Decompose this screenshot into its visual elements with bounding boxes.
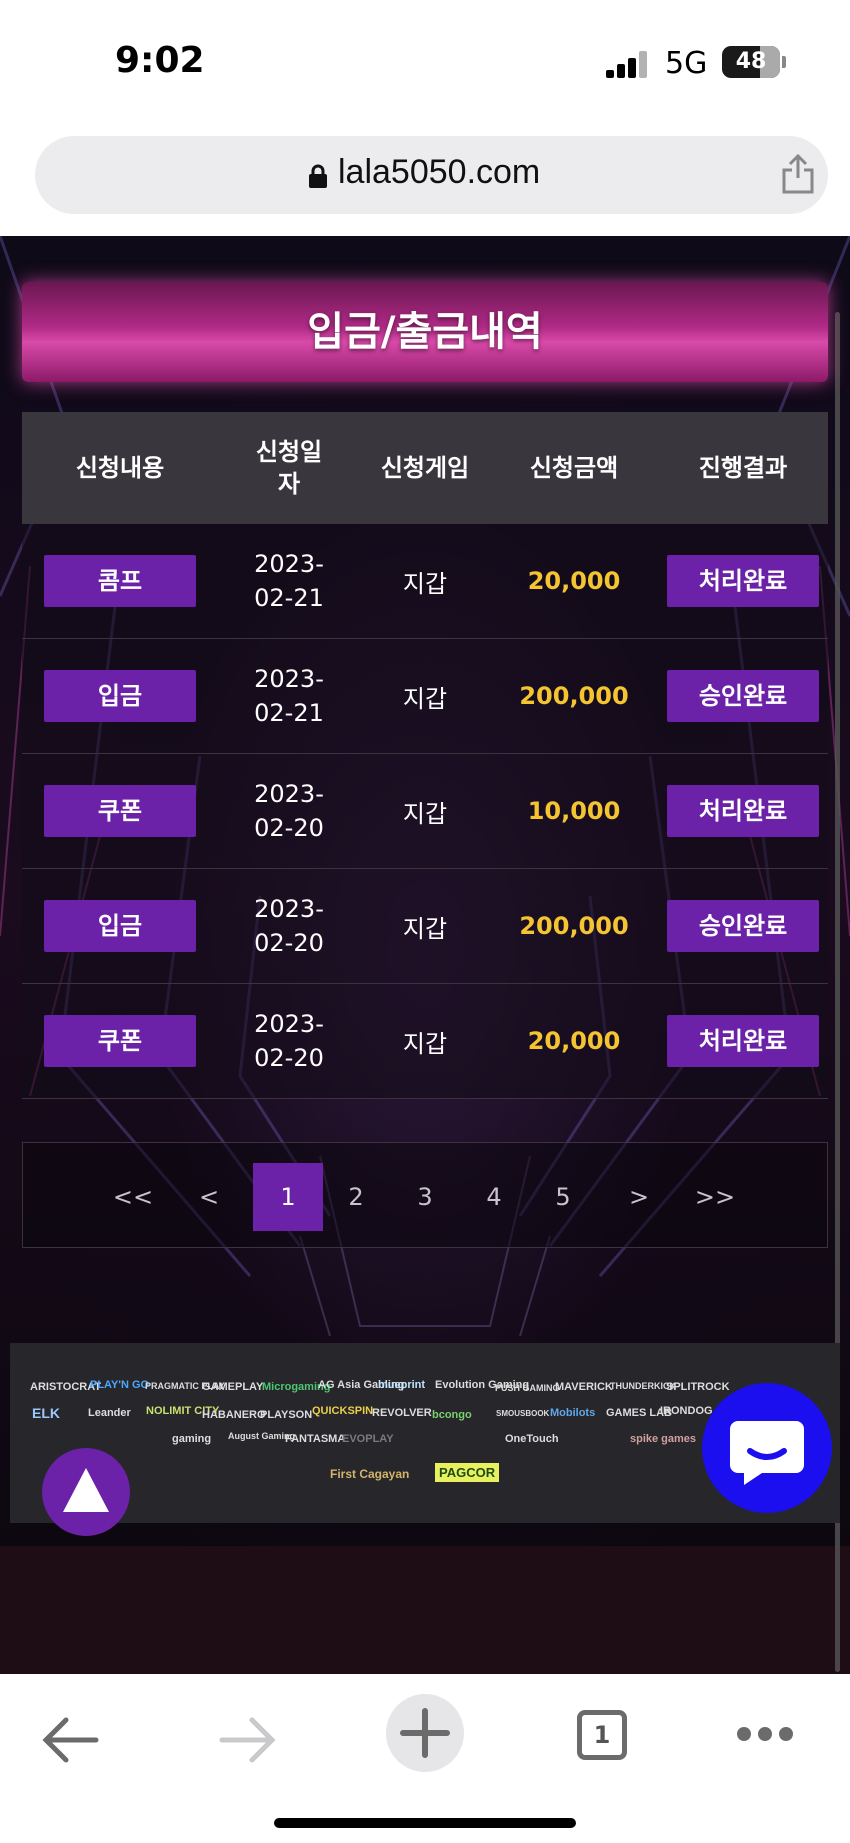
history-table: 신청내용 신청일 자 신청게임 신청금액 진행결과 콤프 2023- 02-21… <box>22 412 828 1099</box>
header-amount: 신청금액 <box>529 454 619 482</box>
page-title: 입금/출금내역 <box>307 309 543 355</box>
provider-logo: spike games <box>630 1433 697 1445</box>
forward-icon[interactable] <box>218 1714 278 1766</box>
chat-bubble-icon <box>730 1421 804 1485</box>
battery-icon: 48 <box>722 46 780 78</box>
date-cell: 2023- 02-20 <box>254 1010 324 1072</box>
page-button-4[interactable]: 4 <box>464 1163 524 1231</box>
back-icon[interactable] <box>40 1714 100 1766</box>
page-button-5[interactable]: 5 <box>533 1163 593 1231</box>
address-bar[interactable]: lala5050.com <box>35 136 828 214</box>
provider-logo: MAVERICK <box>555 1381 613 1393</box>
status-badge: 처리완료 <box>667 785 819 837</box>
status-badge: 승인완료 <box>667 670 819 722</box>
home-indicator <box>274 1818 576 1828</box>
provider-logo: QUICKSPIN <box>312 1405 374 1417</box>
header-game: 신청게임 <box>380 454 470 482</box>
game-cell: 지갑 <box>402 684 448 713</box>
provider-logo: bcongo <box>432 1409 472 1421</box>
provider-logo: OneTouch <box>505 1433 559 1445</box>
header-type: 신청내용 <box>75 454 165 482</box>
provider-logo: HABANERO <box>202 1409 266 1421</box>
table-row: 입금 2023- 02-20 지갑 200,000 승인완료 <box>22 869 828 984</box>
table-row: 쿠폰 2023- 02-20 지갑 10,000 처리완료 <box>22 754 828 869</box>
signal-icon <box>606 50 650 78</box>
battery-tip <box>782 56 786 68</box>
scroll-top-button[interactable] <box>42 1448 130 1536</box>
url-text[interactable]: lala5050.com <box>338 153 540 192</box>
provider-logo: PUSH GAMING <box>495 1383 560 1393</box>
chat-button[interactable] <box>702 1383 832 1513</box>
amount-cell: 200,000 <box>519 682 629 710</box>
battery-level: 48 <box>735 49 767 74</box>
web-page: 입금/출금내역 신청내용 신청일 자 신청게임 신청금액 진행결과 콤프 202… <box>0 236 850 1674</box>
page-button-1[interactable]: 1 <box>253 1163 323 1231</box>
date-cell: 2023- 02-20 <box>254 780 324 842</box>
pagcor-logo: PAGCOR <box>435 1463 500 1482</box>
provider-logo: SMOUSBOOK <box>496 1409 550 1418</box>
first-page-button[interactable]: << <box>103 1163 163 1231</box>
status-badge: 처리완료 <box>667 555 819 607</box>
status-badge: 승인완료 <box>667 900 819 952</box>
date-cell: 2023- 02-21 <box>254 550 324 612</box>
provider-logo: blueprint <box>378 1379 426 1391</box>
page-button-3[interactable]: 3 <box>395 1163 455 1231</box>
amount-cell: 20,000 <box>527 567 621 595</box>
type-badge: 쿠폰 <box>44 785 196 837</box>
title-banner: 입금/출금내역 <box>22 282 828 382</box>
table-row: 입금 2023- 02-21 지갑 200,000 승인완료 <box>22 639 828 754</box>
provider-logo: PLAYSON <box>260 1409 313 1421</box>
provider-logo: gaming <box>172 1433 212 1445</box>
table-row: 쿠폰 2023- 02-20 지갑 20,000 처리완료 <box>22 984 828 1099</box>
pagination: << < 1 2 3 4 5 > >> <box>22 1142 828 1248</box>
date-cell: 2023- 02-21 <box>254 665 324 727</box>
header-status: 진행결과 <box>698 454 788 482</box>
date-cell: 2023- 02-20 <box>254 895 324 957</box>
provider-logo: FANTASMA <box>285 1433 346 1445</box>
provider-logo: Mobilots <box>550 1407 596 1419</box>
provider-logo: GAMEPLAY <box>202 1381 264 1393</box>
game-cell: 지갑 <box>402 569 448 598</box>
network-type: 5G <box>665 46 708 81</box>
triangle-up-icon <box>63 1468 109 1512</box>
status-time: 9:02 <box>115 40 205 81</box>
share-icon[interactable] <box>780 154 816 194</box>
amount-cell: 200,000 <box>519 912 629 940</box>
more-icon[interactable] <box>734 1724 796 1744</box>
game-cell: 지갑 <box>402 914 448 943</box>
type-badge: 입금 <box>44 900 196 952</box>
license-logo: First Cagayan <box>330 1467 410 1481</box>
lock-icon <box>309 164 327 188</box>
tab-count-button[interactable]: 1 <box>577 1710 627 1760</box>
page-bottom-band <box>0 1546 850 1674</box>
type-badge: 콤프 <box>44 555 196 607</box>
type-badge: 입금 <box>44 670 196 722</box>
plus-icon <box>400 1708 450 1758</box>
last-page-button[interactable]: >> <box>685 1163 745 1231</box>
next-page-button[interactable]: > <box>609 1163 669 1231</box>
table-header: 신청내용 신청일 자 신청게임 신청금액 진행결과 <box>22 412 828 524</box>
table-row: 콤프 2023- 02-21 지갑 20,000 처리완료 <box>22 524 828 639</box>
amount-cell: 10,000 <box>527 797 621 825</box>
status-badge: 처리완료 <box>667 1015 819 1067</box>
status-bar: 9:02 5G 48 <box>0 0 850 120</box>
provider-logo: ELK <box>32 1405 60 1421</box>
new-tab-button[interactable] <box>386 1694 464 1772</box>
header-date: 신청일 자 <box>255 438 323 498</box>
amount-cell: 20,000 <box>527 1027 621 1055</box>
game-cell: 지갑 <box>402 799 448 828</box>
page-button-2[interactable]: 2 <box>326 1163 386 1231</box>
provider-logo: REVOLVER <box>372 1407 432 1419</box>
prev-page-button[interactable]: < <box>179 1163 239 1231</box>
provider-logo: EVOPLAY <box>342 1433 394 1445</box>
provider-logo: PLAY'N GO <box>90 1379 150 1391</box>
type-badge: 쿠폰 <box>44 1015 196 1067</box>
game-cell: 지갑 <box>402 1029 448 1058</box>
provider-logo: Leander <box>88 1407 131 1419</box>
